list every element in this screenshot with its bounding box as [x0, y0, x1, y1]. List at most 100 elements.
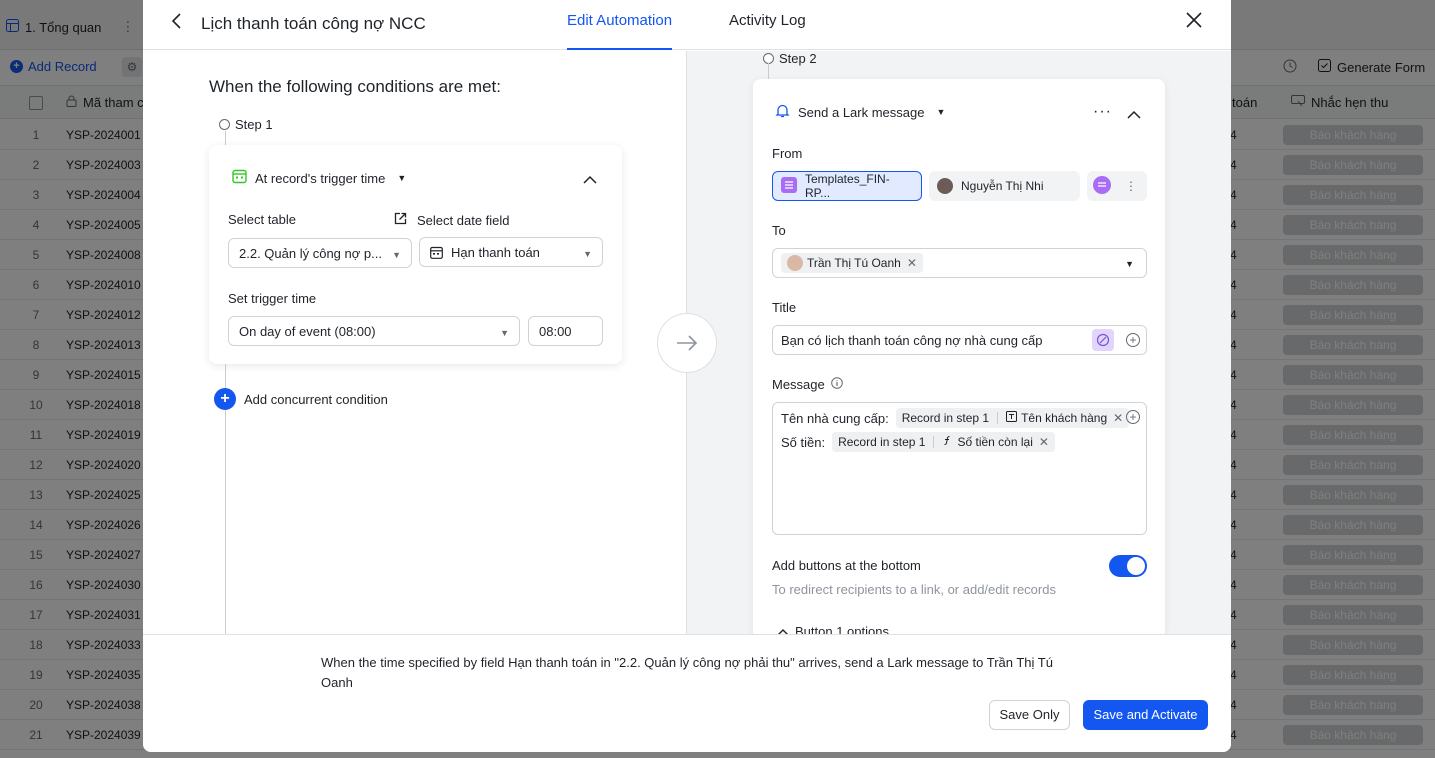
flow-arrow-icon: [657, 313, 717, 373]
save-only-button[interactable]: Save Only: [989, 700, 1070, 730]
modal-header: Lịch thanh toán công nợ NCC Edit Automat…: [143, 0, 1231, 50]
from-template-label: Templates_FIN-RP...: [805, 172, 890, 200]
to-recipient-field[interactable]: Trần Thị Tú Oanh ✕ ▼: [772, 248, 1147, 278]
add-buttons-hint: To redirect recipients to a link, or add…: [772, 582, 1056, 597]
recipient-name: Trần Thị Tú Oanh: [807, 256, 901, 270]
button-1-options-toggle[interactable]: Button 1 options: [777, 624, 889, 634]
modal-footer: When the time specified by field Hạn tha…: [143, 634, 1231, 752]
title-input[interactable]: Bạn có lịch thanh toán công nợ nhà cung …: [772, 325, 1147, 355]
close-icon[interactable]: [1185, 11, 1205, 31]
from-user-select[interactable]: Nguyễn Thị Nhi: [929, 171, 1080, 201]
open-external-icon[interactable]: [394, 212, 407, 228]
action-card: Send a Lark message ▼ ··· From Templates…: [753, 79, 1165, 634]
message-line-2: Số tiền: Record in step 1 Số tiền còn lạ…: [781, 432, 1055, 452]
formula-field-icon: [942, 435, 953, 449]
field-reference-name: Số tiền còn lại: [957, 435, 1033, 449]
step-connector: [225, 410, 226, 634]
user-avatar: [937, 178, 953, 194]
message-line-1: Tên nhà cung cấp: Record in step 1 Tên k…: [781, 408, 1130, 428]
date-field-icon: [430, 246, 443, 259]
trigger-time-select[interactable]: On day of event (08:00) ▼: [228, 316, 520, 346]
automation-modal: Lịch thanh toán công nợ NCC Edit Automat…: [143, 0, 1231, 752]
automation-title[interactable]: Lịch thanh toán công nợ NCC: [201, 14, 426, 34]
step-2-label: Step 2: [763, 51, 817, 66]
step-1-text: Step 1: [235, 117, 273, 132]
title-input-value: Bạn có lịch thanh toán công nợ nhà cung …: [781, 333, 1043, 348]
remove-icon[interactable]: ✕: [907, 256, 917, 270]
step-connector: [768, 63, 769, 79]
field-reference-chip: Record in step 1 Số tiền còn lại ✕: [832, 432, 1055, 452]
modal-body: When the following conditions are met: S…: [143, 51, 1231, 634]
caret-down-icon: ▼: [583, 249, 592, 259]
tab-edit-automation[interactable]: Edit Automation: [567, 12, 673, 50]
message-line-2-label: Số tiền:: [781, 434, 826, 450]
caret-down-icon: ▼: [392, 250, 401, 260]
insert-field-icon[interactable]: +: [1126, 333, 1140, 347]
add-buttons-toggle[interactable]: [1109, 555, 1147, 577]
conditions-heading: When the following conditions are met:: [209, 77, 501, 96]
tab-activity-log[interactable]: Activity Log: [729, 12, 806, 50]
select-date-field-label: Select date field: [417, 212, 510, 228]
from-label: From: [772, 146, 803, 161]
trigger-time-label: Set trigger time: [228, 291, 317, 306]
ai-assist-icon[interactable]: [1092, 329, 1114, 351]
chevron-up-icon: [777, 624, 789, 634]
date-field-select[interactable]: Hạn thanh toán ▼: [419, 237, 603, 267]
trigger-pane: When the following conditions are met: S…: [143, 51, 687, 634]
table-select-value: 2.2. Quản lý công nợ p...: [239, 245, 382, 261]
remove-icon[interactable]: ✕: [1039, 435, 1049, 449]
trigger-card: At record's trigger time ▼ Select table …: [209, 145, 622, 364]
collapse-chevron-icon[interactable]: [583, 172, 597, 184]
text-field-icon: [1006, 411, 1018, 425]
field-reference-chip: Record in step 1 Tên khách hàng ✕: [895, 408, 1130, 428]
step-connector: [225, 131, 226, 145]
message-editor[interactable]: Tên nhà cung cấp: Record in step 1 Tên k…: [772, 402, 1147, 535]
step-1-label: Step 1: [219, 117, 273, 132]
info-icon[interactable]: [830, 377, 843, 392]
insert-field-icon[interactable]: +: [1126, 410, 1140, 424]
add-condition-button[interactable]: + Add concurrent condition: [214, 388, 388, 410]
more-options-icon[interactable]: ···: [1093, 103, 1112, 121]
collapse-chevron-icon[interactable]: [1127, 107, 1141, 119]
from-user-label: Nguyễn Thị Nhi: [961, 179, 1044, 193]
trigger-type-select[interactable]: At record's trigger time ▼: [232, 169, 406, 187]
step-dot-icon: [219, 119, 230, 130]
bell-icon: [775, 103, 790, 121]
action-type-label: Send a Lark message: [798, 104, 925, 120]
time-input[interactable]: 08:00: [528, 316, 603, 346]
message-label: Message: [772, 377, 825, 392]
step-connector: [225, 364, 226, 388]
caret-down-icon: ▼: [936, 107, 946, 117]
bot-icon: [1093, 175, 1111, 197]
step-2-text: Step 2: [779, 51, 817, 66]
field-reference-name: Tên khách hàng: [1021, 411, 1108, 425]
plus-icon: +: [214, 388, 236, 410]
back-arrow-icon[interactable]: [171, 12, 185, 32]
chip-separator: [933, 436, 935, 448]
message-label-row: Message: [772, 377, 843, 392]
more-vertical-icon[interactable]: ⋮: [1125, 179, 1137, 193]
chip-separator: [997, 412, 999, 424]
calendar-table-icon: [232, 169, 247, 187]
field-reference-source: Record in step 1: [838, 435, 926, 449]
save-and-activate-button[interactable]: Save and Activate: [1083, 700, 1208, 730]
trigger-time-value: On day of event (08:00): [239, 323, 376, 339]
remove-icon[interactable]: ✕: [1113, 411, 1123, 425]
recipient-avatar: [787, 255, 803, 271]
caret-down-icon: ▼: [397, 173, 407, 183]
select-table-label: Select table: [228, 212, 296, 227]
time-input-value: 08:00: [539, 323, 572, 339]
automation-summary: When the time specified by field Hạn tha…: [321, 655, 1053, 690]
toggle-knob: [1127, 557, 1145, 575]
from-template-select[interactable]: Templates_FIN-RP...: [772, 171, 922, 201]
action-type-select[interactable]: Send a Lark message ▼: [775, 103, 945, 121]
to-label: To: [772, 223, 786, 238]
caret-down-icon[interactable]: ▼: [1125, 259, 1134, 269]
add-condition-label: Add concurrent condition: [244, 391, 388, 407]
caret-down-icon: ▼: [500, 328, 509, 338]
button-1-options-label: Button 1 options: [795, 624, 889, 634]
table-select[interactable]: 2.2. Quản lý công nợ p... ▼: [228, 238, 412, 268]
select-date-field-label-row: Select date field: [394, 212, 510, 228]
recipient-chip: Trần Thị Tú Oanh ✕: [781, 253, 923, 273]
sender-bot-select[interactable]: ⋮: [1087, 171, 1147, 201]
